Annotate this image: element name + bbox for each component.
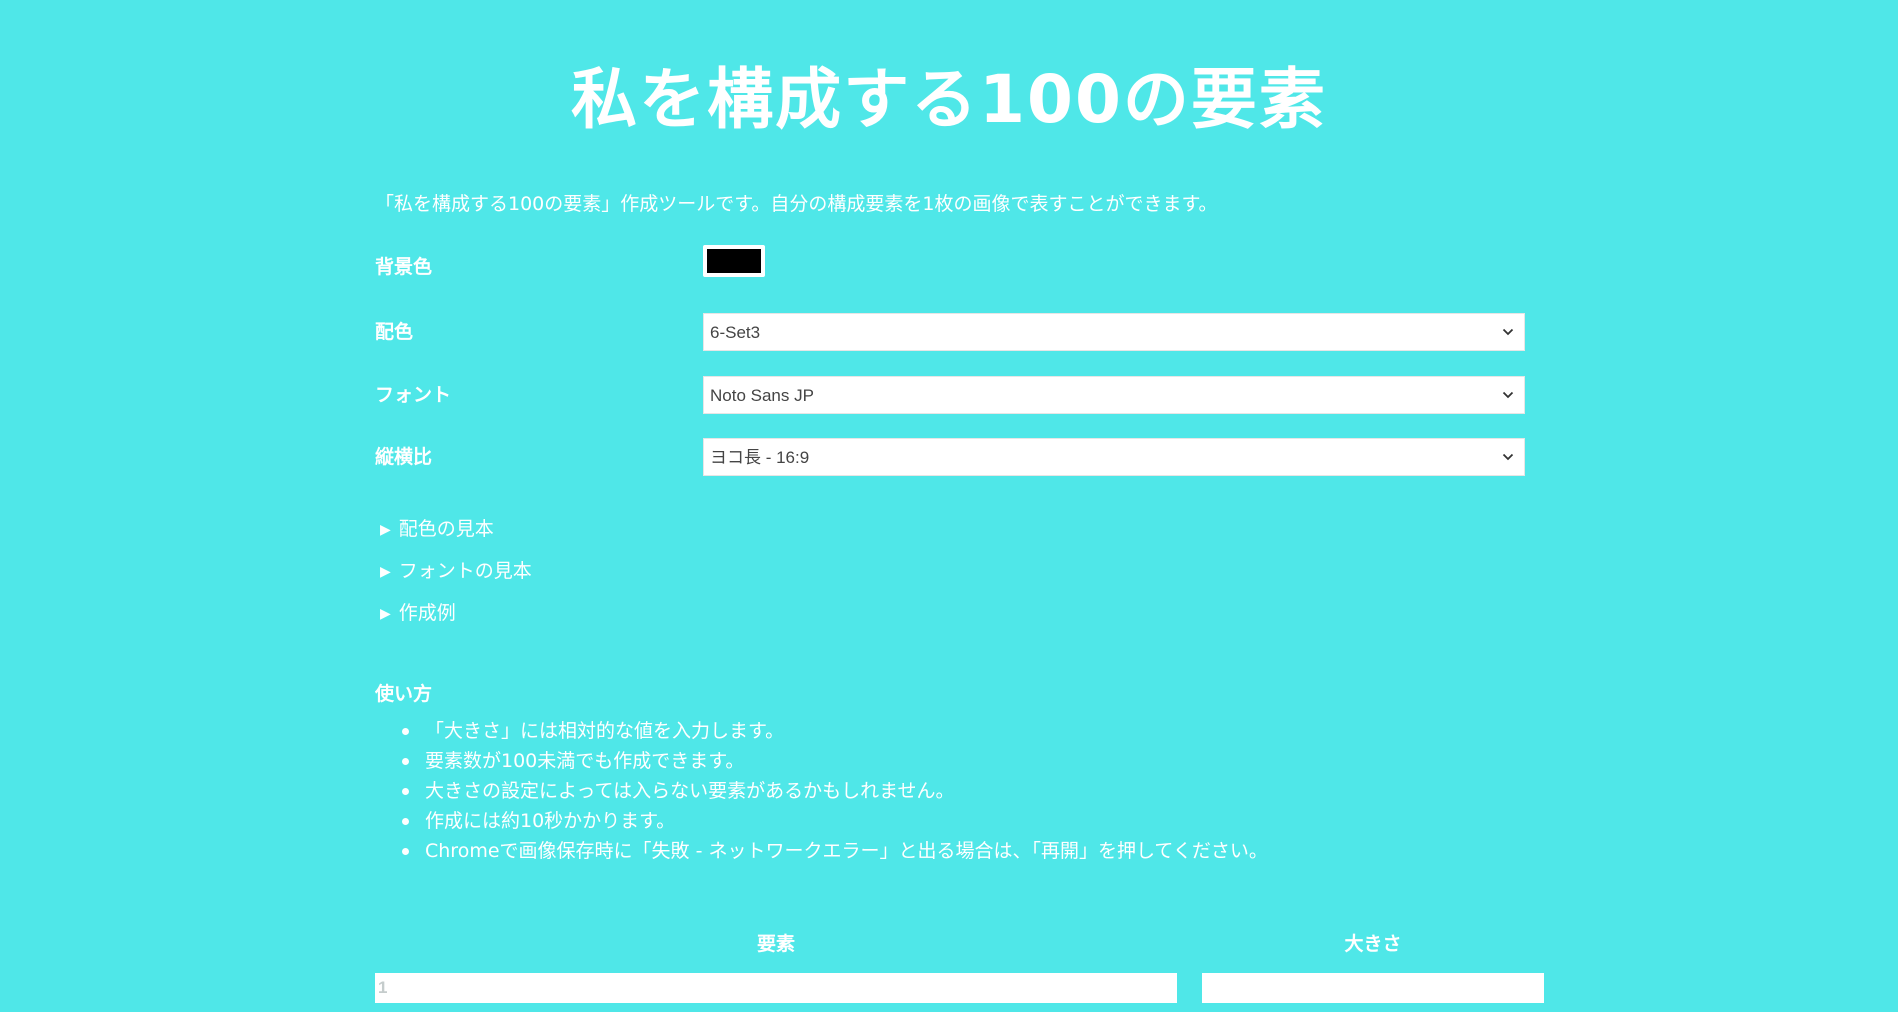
chevron-down-icon: [1502, 391, 1514, 399]
intro-text: 「私を構成する100の要素」作成ツールです。自分の構成要素を1枚の画像で表すこと…: [375, 193, 1218, 215]
color-scheme-select[interactable]: 6-Set3: [703, 313, 1525, 351]
size-column-header: 大きさ: [1344, 933, 1402, 955]
aspect-ratio-label: 縦横比: [375, 446, 433, 468]
usage-list: 「大きさ」には相対的な値を入力します。 要素数が100未満でも作成できます。 大…: [375, 716, 1268, 866]
page-title: 私を構成する100の要素: [571, 61, 1327, 138]
element-column-header: 要素: [756, 933, 795, 955]
element-input-1[interactable]: [375, 973, 1177, 1003]
usage-heading: 使い方: [375, 683, 433, 705]
usage-item: Chromeで画像保存時に「失敗 - ネットワークエラー」と出る場合は、「再開」…: [375, 836, 1268, 866]
details-examples-label: 作成例: [398, 602, 456, 624]
details-color-samples-label: 配色の見本: [398, 518, 494, 540]
background-color-picker[interactable]: [703, 245, 765, 277]
background-color-label: 背景色: [375, 256, 433, 278]
color-scheme-value: 6-Set3: [710, 323, 761, 342]
details-examples[interactable]: ▶ 作成例: [380, 600, 456, 627]
chevron-down-icon: [1502, 328, 1514, 336]
triangle-right-icon: ▶: [380, 606, 391, 622]
setting-row-color-scheme: 配色 6-Set3: [375, 313, 1525, 351]
setting-row-aspect-ratio: 縦横比 ヨコ長 - 16:9: [375, 438, 1525, 476]
setting-row-background-color: 背景色: [375, 245, 1523, 286]
chevron-down-icon: [1502, 453, 1514, 461]
usage-item: 作成には約10秒かかります。: [375, 806, 1268, 836]
usage-item: 要素数が100未満でも作成できます。: [375, 746, 1268, 776]
aspect-ratio-value: ヨコ長 - 16:9: [710, 448, 810, 467]
usage-item: 大きさの設定によっては入らない要素があるかもしれません。: [375, 776, 1268, 806]
font-select[interactable]: Noto Sans JP: [703, 376, 1525, 414]
usage-item: 「大きさ」には相対的な値を入力します。: [375, 716, 1268, 746]
font-value: Noto Sans JP: [710, 386, 814, 405]
details-font-samples[interactable]: ▶ フォントの見本: [380, 558, 532, 585]
aspect-ratio-select[interactable]: ヨコ長 - 16:9: [703, 438, 1525, 476]
font-label: フォント: [375, 384, 452, 406]
triangle-right-icon: ▶: [380, 522, 391, 538]
color-scheme-label: 配色: [375, 321, 414, 343]
details-color-samples[interactable]: ▶ 配色の見本: [380, 516, 494, 543]
size-input-1[interactable]: [1202, 973, 1544, 1003]
setting-row-font: フォント Noto Sans JP: [375, 376, 1525, 414]
details-font-samples-label: フォントの見本: [398, 560, 532, 582]
triangle-right-icon: ▶: [380, 564, 391, 580]
